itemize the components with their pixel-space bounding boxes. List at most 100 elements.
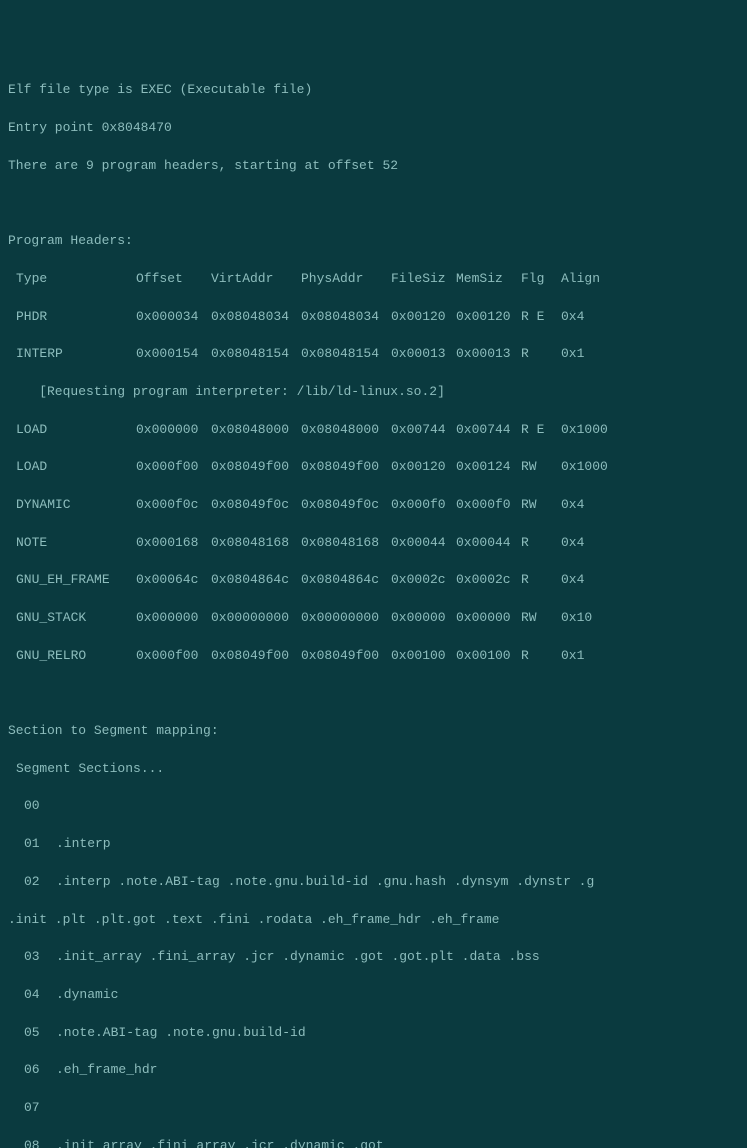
ph-offset: 0x000000 [136,609,211,628]
col-type: Type [16,270,136,289]
seg-sections: .init_array .fini_array .jcr .dynamic .g… [56,1137,384,1148]
ph-filesz: 0x00744 [391,421,456,440]
col-flg: Flg [521,270,561,289]
seg-sections: .init_array .fini_array .jcr .dynamic .g… [56,948,540,967]
ph-memsz: 0x00044 [456,534,521,553]
col-memsiz: MemSiz [456,270,521,289]
ph-memsz: 0x00100 [456,647,521,666]
ph-align: 0x4 [561,496,584,515]
ph-memsz: 0x00744 [456,421,521,440]
ph-type: LOAD [16,458,136,477]
ph-memsz: 0x00000 [456,609,521,628]
program-headers-count: There are 9 program headers, starting at… [8,157,739,176]
col-align: Align [561,270,600,289]
ph-phys: 0x08048168 [301,534,391,553]
seg-num: 08 [8,1137,56,1148]
seg-sections: .interp [56,835,111,854]
seg-num: 02 [8,873,56,892]
ph-filesz: 0x0002c [391,571,456,590]
blank-line [8,194,739,213]
ph-phys: 0x08049f00 [301,647,391,666]
ph-align: 0x1000 [561,458,608,477]
segment-row: 06.eh_frame_hdr [8,1061,739,1080]
ph-type: NOTE [16,534,136,553]
ph-type: GNU_RELRO [16,647,136,666]
segment-wrap-line: .init .plt .plt.got .text .fini .rodata … [8,911,739,930]
ph-memsz: 0x00120 [456,308,521,327]
ph-flg: R E [521,308,561,327]
segment-row: 07 [8,1099,739,1118]
header-row: LOAD0x0000000x080480000x080480000x007440… [8,421,739,440]
ph-phys: 0x08048154 [301,345,391,364]
interpreter-line: [Requesting program interpreter: /lib/ld… [8,383,739,402]
ph-flg: R [521,571,561,590]
header-row: GNU_STACK0x0000000x000000000x000000000x0… [8,609,739,628]
seg-sections: .note.ABI-tag .note.gnu.build-id [56,1024,306,1043]
segment-row: 02.interp .note.ABI-tag .note.gnu.build-… [8,873,739,892]
ph-virt: 0x08048000 [211,421,301,440]
ph-phys: 0x0804864c [301,571,391,590]
ph-offset: 0x000154 [136,345,211,364]
segment-row: 04.dynamic [8,986,739,1005]
ph-type: LOAD [16,421,136,440]
elf-file-type: Elf file type is EXEC (Executable file) [8,81,739,100]
col-physaddr: PhysAddr [301,270,391,289]
ph-type: PHDR [16,308,136,327]
ph-filesz: 0x00120 [391,458,456,477]
ph-type: INTERP [16,345,136,364]
seg-sections: .eh_frame_hdr [56,1061,157,1080]
ph-phys: 0x08048000 [301,421,391,440]
header-row: NOTE0x0001680x080481680x080481680x000440… [8,534,739,553]
ph-virt: 0x08048154 [211,345,301,364]
ph-type: GNU_EH_FRAME [16,571,136,590]
ph-filesz: 0x00000 [391,609,456,628]
seg-num: 05 [8,1024,56,1043]
ph-offset: 0x00064c [136,571,211,590]
ph-filesz: 0x00100 [391,647,456,666]
ph-memsz: 0x00013 [456,345,521,364]
segment-row: 08.init_array .fini_array .jcr .dynamic … [8,1137,739,1148]
column-headers: TypeOffsetVirtAddrPhysAddrFileSizMemSizF… [8,270,739,289]
ph-align: 0x1 [561,345,584,364]
seg-num: 07 [8,1099,56,1118]
ph-flg: R E [521,421,561,440]
ph-filesz: 0x00120 [391,308,456,327]
segment-row: 03.init_array .fini_array .jcr .dynamic … [8,948,739,967]
ph-type: GNU_STACK [16,609,136,628]
header-row: GNU_RELRO0x000f000x08049f000x08049f000x0… [8,647,739,666]
ph-virt: 0x0804864c [211,571,301,590]
header-row: GNU_EH_FRAME0x00064c0x0804864c0x0804864c… [8,571,739,590]
ph-align: 0x4 [561,534,584,553]
segment-row: 05.note.ABI-tag .note.gnu.build-id [8,1024,739,1043]
ph-filesz: 0x000f0 [391,496,456,515]
ph-align: 0x4 [561,571,584,590]
ph-phys: 0x08048034 [301,308,391,327]
ph-flg: R [521,345,561,364]
ph-offset: 0x000168 [136,534,211,553]
header-row: INTERP0x0001540x080481540x080481540x0001… [8,345,739,364]
section-mapping-title: Section to Segment mapping: [8,722,739,741]
ph-flg: R [521,534,561,553]
entry-point: Entry point 0x8048470 [8,119,739,138]
ph-offset: 0x000f00 [136,647,211,666]
ph-flg: RW [521,496,561,515]
ph-align: 0x10 [561,609,592,628]
ph-virt: 0x08048168 [211,534,301,553]
seg-num: 03 [8,948,56,967]
segment-sections-label: Segment Sections... [8,760,739,779]
ph-memsz: 0x00124 [456,458,521,477]
ph-offset: 0x000f00 [136,458,211,477]
seg-sections: .interp .note.ABI-tag .note.gnu.build-id… [56,873,594,892]
ph-flg: R [521,647,561,666]
ph-align: 0x4 [561,308,584,327]
seg-num: 01 [8,835,56,854]
ph-flg: RW [521,609,561,628]
ph-offset: 0x000000 [136,421,211,440]
header-row: PHDR0x0000340x080480340x080480340x001200… [8,308,739,327]
ph-offset: 0x000f0c [136,496,211,515]
ph-memsz: 0x0002c [456,571,521,590]
ph-phys: 0x00000000 [301,609,391,628]
ph-offset: 0x000034 [136,308,211,327]
ph-flg: RW [521,458,561,477]
seg-num: 06 [8,1061,56,1080]
